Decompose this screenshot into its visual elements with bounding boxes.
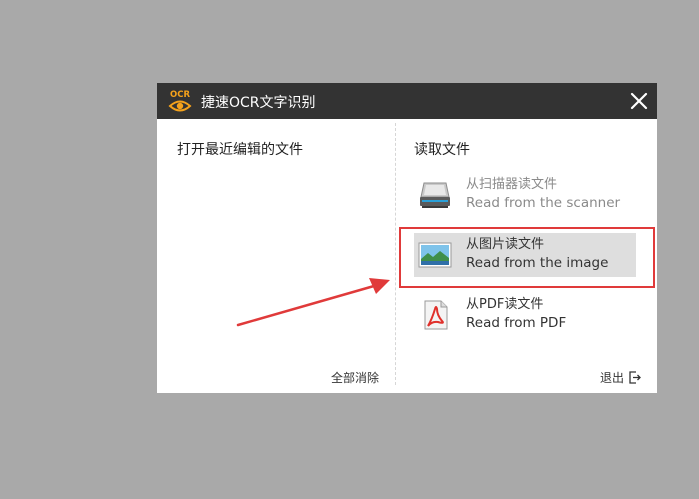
read-file-panel: 读取文件 从扫描器读文件 Read from the scanner 从图片读文…	[396, 119, 657, 393]
ocr-eye-logo-icon: OCR	[168, 90, 192, 112]
pdf-label-zh: 从PDF读文件	[466, 297, 544, 312]
read-from-pdf-option[interactable]: 从PDF读文件 Read from PDF	[414, 293, 636, 337]
image-icon	[418, 242, 452, 268]
window-title: 捷速OCR文字识别	[201, 95, 316, 111]
read-from-scanner-option[interactable]: 从扫描器读文件 Read from the scanner	[414, 173, 636, 217]
scanner-icon	[420, 182, 450, 208]
image-label-zh: 从图片读文件	[466, 237, 545, 252]
pdf-label-en: Read from PDF	[466, 315, 567, 331]
image-label-en: Read from the image	[466, 255, 609, 271]
clear-all-button[interactable]: 全部消除	[331, 369, 379, 386]
title-bar[interactable]: OCR 捷速OCR文字识别	[157, 83, 657, 119]
scanner-label-zh: 从扫描器读文件	[466, 177, 558, 192]
close-icon[interactable]	[629, 91, 649, 111]
recent-files-title: 打开最近编辑的文件	[177, 142, 303, 158]
pdf-icon	[424, 300, 448, 330]
recent-files-panel: 打开最近编辑的文件 全部消除	[157, 119, 395, 393]
logo-text: OCR	[170, 90, 190, 100]
read-file-title: 读取文件	[414, 142, 470, 158]
exit-button[interactable]: 退出	[600, 369, 641, 386]
read-from-image-option[interactable]: 从图片读文件 Read from the image	[414, 233, 636, 277]
ocr-dialog: OCR 捷速OCR文字识别 打开最近编辑的文件 全部消除 读取文件 从扫描器读文…	[157, 83, 657, 393]
scanner-label-en: Read from the scanner	[466, 195, 621, 211]
exit-label: 退出	[599, 371, 624, 385]
exit-icon	[629, 371, 641, 384]
